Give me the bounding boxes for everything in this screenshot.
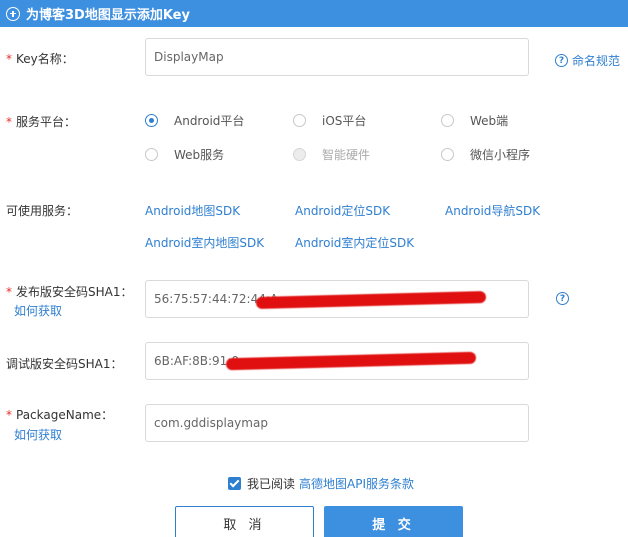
radio-dot: [441, 148, 454, 161]
service-android-navi-sdk[interactable]: Android导航SDK: [445, 202, 540, 219]
radio-dot: [145, 114, 158, 127]
agreement-checkbox[interactable]: [228, 477, 241, 490]
agreement-row: 我已阅读 高德地图API服务条款: [228, 475, 414, 492]
package-name-label: * PackageName：: [6, 408, 114, 422]
key-name-input[interactable]: DisplayMap: [145, 38, 529, 76]
key-name-label: * Key名称：: [6, 52, 74, 66]
radio-web[interactable]: Web端: [441, 112, 508, 129]
radio-web-service[interactable]: Web服务: [145, 146, 224, 163]
dialog-header: 为博客3D地图显示添加Key: [0, 0, 628, 27]
service-android-location-sdk[interactable]: Android定位SDK: [295, 202, 390, 219]
required-mark: *: [6, 52, 12, 66]
terms-link[interactable]: 高德地图API服务条款: [299, 475, 414, 492]
naming-rules-link[interactable]: ? 命名规范: [555, 52, 620, 69]
services-label: 可使用服务：: [6, 204, 79, 218]
help-icon[interactable]: ?: [556, 292, 569, 305]
service-android-indoor-location-sdk[interactable]: Android室内定位SDK: [295, 234, 414, 251]
cancel-button[interactable]: 取 消: [175, 506, 314, 537]
radio-android[interactable]: Android平台: [145, 112, 244, 129]
radio-dot: [441, 114, 454, 127]
dialog-title: 为博客3D地图显示添加Key: [26, 8, 190, 23]
service-android-indoor-map-sdk[interactable]: Android室内地图SDK: [145, 234, 264, 251]
package-name-howto-link[interactable]: 如何获取: [14, 426, 62, 443]
service-android-map-sdk[interactable]: Android地图SDK: [145, 202, 240, 219]
radio-dot: [293, 114, 306, 127]
submit-button[interactable]: 提 交: [324, 506, 463, 537]
release-sha1-howto-link[interactable]: 如何获取: [14, 302, 62, 319]
radio-dot: [145, 148, 158, 161]
add-circle-icon: [6, 6, 20, 21]
debug-sha1-label: 调试版安全码SHA1：: [6, 357, 123, 371]
release-sha1-label: * 发布版安全码SHA1：: [6, 285, 133, 299]
package-name-input[interactable]: com.gddisplaymap: [145, 404, 529, 442]
radio-dot: [293, 148, 306, 161]
help-icon: ?: [555, 54, 568, 67]
radio-smart-hardware: 智能硬件: [293, 146, 370, 163]
platform-label: * 服务平台：: [6, 115, 77, 129]
radio-ios[interactable]: iOS平台: [293, 112, 366, 129]
radio-wechat-miniprogram[interactable]: 微信小程序: [441, 146, 530, 163]
